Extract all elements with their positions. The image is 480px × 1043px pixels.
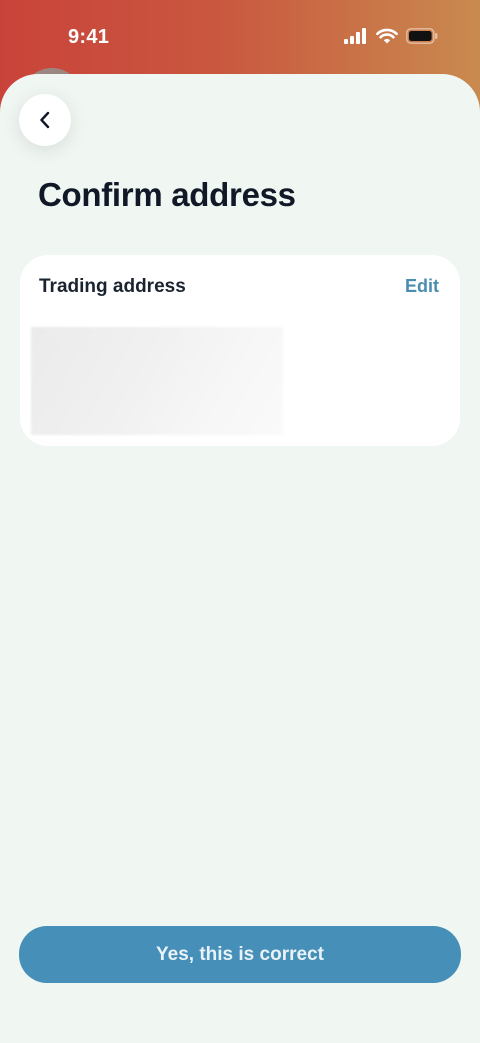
status-bar: 9:41	[0, 0, 480, 78]
confirm-address-sheet: Confirm address Trading address Edit Yes…	[0, 74, 480, 1043]
card-heading: Trading address	[39, 276, 186, 297]
back-button[interactable]	[19, 94, 71, 146]
status-time: 9:41	[68, 26, 110, 48]
page-title: Confirm address	[38, 176, 296, 213]
battery-icon	[406, 28, 438, 44]
wifi-icon	[376, 28, 398, 44]
address-redacted-block	[31, 327, 283, 435]
chevron-left-icon	[40, 111, 50, 129]
confirm-button[interactable]: Yes, this is correct	[19, 926, 461, 983]
address-card: Trading address Edit	[20, 255, 460, 446]
edit-address-link[interactable]: Edit	[405, 276, 439, 297]
status-icons	[344, 28, 438, 44]
cellular-signal-icon	[344, 28, 366, 44]
